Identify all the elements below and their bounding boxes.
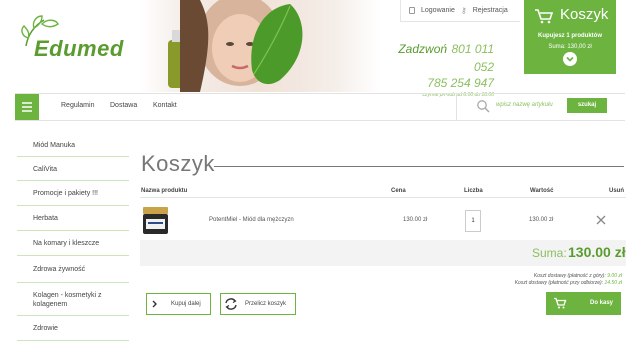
phone-number-2[interactable]: 785 254 947 — [384, 76, 494, 90]
sum-label: Suma: — [532, 246, 567, 260]
page-title: Koszyk — [141, 151, 215, 176]
nav-link-kontakt[interactable]: Kontakt — [153, 102, 177, 109]
nav-link-regulamin[interactable]: Regulamin — [61, 102, 94, 109]
title-divider — [214, 166, 624, 167]
product-thumbnail[interactable] — [142, 205, 169, 237]
close-icon[interactable] — [596, 215, 606, 225]
sidebar-item-zdrowa-zywnosc[interactable]: Zdrowa żywność — [17, 257, 129, 283]
recalculate-cart-button[interactable]: Przelicz koszyk — [220, 293, 296, 315]
quantity-input[interactable]: 1 — [465, 210, 481, 232]
nav-divider — [456, 94, 457, 120]
cart-icon — [554, 297, 567, 309]
product-value: 130.00 zł — [529, 217, 554, 223]
product-name-link[interactable]: PotentMiel - Miód dla mężczyzn — [209, 217, 294, 223]
account-links: Logowanie ⚷ Rejestracja — [400, 0, 520, 22]
sidebar-item-promocje[interactable]: Promocje i pakiety !!! — [17, 182, 129, 206]
search-button[interactable]: szukaj — [567, 98, 607, 113]
chevron-down-icon[interactable] — [563, 52, 577, 66]
phone-number-1[interactable]: 801 011 052 — [452, 42, 495, 74]
hero-banner — [140, 0, 380, 92]
continue-shopping-button[interactable]: Kupuj dalej — [146, 293, 211, 315]
shipping-cost-prepaid: Koszt dostawy (płatność z góry): 9.00 zł — [533, 273, 622, 279]
shipping-cost-cod: Koszt dostawy (płatność przy odbiorze): … — [514, 280, 622, 286]
nav-link-dostawa[interactable]: Dostawa — [110, 102, 137, 109]
search-icon — [477, 100, 490, 113]
sidebar-item-kolagen[interactable]: Kolagen - kosmetyki z kolagenem — [17, 284, 129, 316]
sum-value: 130.00 zł — [568, 244, 626, 260]
phone-label: Zadzwoń — [398, 42, 448, 56]
register-link[interactable]: Rejestracja — [473, 7, 508, 14]
sidebar-item-komary[interactable]: Na komary i kleszcze — [17, 232, 129, 256]
cart-title: Koszyk — [560, 6, 609, 23]
key-icon: ⚷ — [460, 6, 467, 15]
model-with-leaf-image — [168, 0, 303, 92]
chevron-right-icon — [152, 300, 157, 308]
sidebar-item-zdrowie[interactable]: Zdrowie — [17, 317, 129, 341]
header-cart[interactable]: Koszyk Kupujesz 1 produktów Suma: 130,00… — [524, 0, 616, 74]
sidebar-item-herbata[interactable]: Herbata — [17, 207, 129, 231]
col-price-header: Cena — [391, 188, 406, 194]
hamburger-menu-icon[interactable] — [15, 94, 39, 120]
sidebar-item-calivita[interactable]: CaliVita — [17, 158, 129, 181]
phone-contact: Zadzwoń 801 011 052 785 254 947 czynne p… — [384, 40, 494, 98]
checkout-button[interactable]: Do kasy — [546, 292, 621, 315]
site-logo[interactable]: Edumed — [20, 14, 130, 61]
cart-icon — [535, 9, 554, 24]
col-qty-header: Liczba — [464, 188, 483, 194]
login-link[interactable]: Logowanie — [421, 7, 455, 14]
lock-icon — [409, 7, 415, 14]
cart-count: Kupujesz 1 produktów — [537, 33, 602, 39]
logo-text: Edumed — [34, 36, 124, 61]
col-name-header: Nazwa produktu — [141, 188, 188, 194]
sidebar-item-miod-manuka[interactable]: Miód Manuka — [17, 134, 129, 157]
product-price: 130.00 zł — [403, 217, 428, 223]
cart-sum: Suma: 130,00 zł — [548, 44, 592, 50]
col-value-header: Wartość — [530, 188, 554, 194]
refresh-icon — [225, 298, 237, 310]
search-input[interactable]: wpisz nazwę artykułu — [496, 102, 553, 108]
col-remove-header: Usuń — [609, 188, 624, 194]
